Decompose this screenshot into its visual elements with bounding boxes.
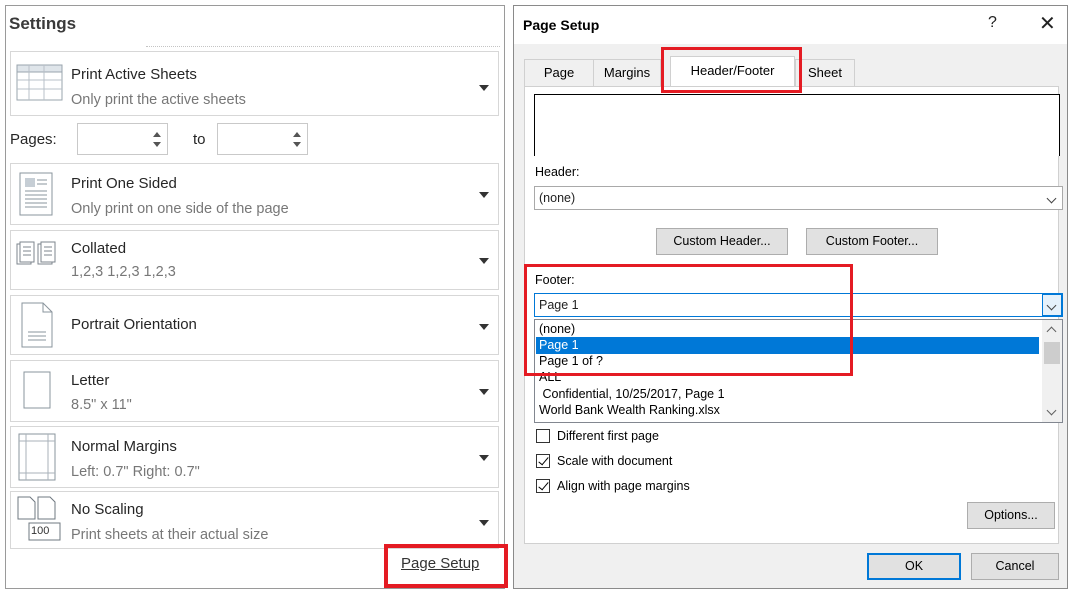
chevron-down-icon [479, 324, 489, 330]
help-button[interactable]: ? [988, 14, 997, 32]
pages-to-input[interactable] [217, 123, 308, 155]
orientation-dropdown[interactable]: Portrait Orientation [10, 295, 499, 355]
tab-margins[interactable]: Margins [593, 59, 661, 86]
collation-subtitle: 1,2,3 1,2,3 1,2,3 [71, 264, 176, 280]
print-what-title: Print Active Sheets [71, 66, 197, 83]
scroll-up-icon[interactable] [1046, 326, 1057, 337]
footer-option[interactable]: Confidential, 10/25/2017, Page 1 [536, 386, 1039, 403]
chevron-down-icon [479, 192, 489, 198]
spin-down-icon[interactable] [153, 142, 161, 147]
collation-dropdown[interactable]: Collated 1,2,3 1,2,3 1,2,3 [10, 230, 499, 290]
paper-size-dropdown[interactable]: Letter 8.5" x 11" [10, 360, 499, 422]
dialog-titlebar: Page Setup ? ✕ [514, 6, 1067, 44]
spin-down-icon[interactable] [293, 142, 301, 147]
custom-header-button[interactable]: Custom Header... [656, 228, 788, 255]
pages-from-input[interactable] [77, 123, 168, 155]
scaling-icon-text: 100 [31, 525, 50, 537]
footer-list-scrollbar[interactable] [1042, 320, 1062, 422]
one-sided-icon [19, 172, 53, 216]
tab-sheet[interactable]: Sheet [795, 59, 855, 86]
options-button[interactable]: Options... [967, 502, 1055, 529]
paper-subtitle: 8.5" x 11" [71, 397, 132, 413]
margins-icon [18, 433, 56, 481]
close-button[interactable]: ✕ [1039, 11, 1056, 36]
align-with-margins-label: Align with page margins [557, 479, 690, 493]
spin-up-icon[interactable] [153, 132, 161, 137]
different-first-page-label: Different first page [557, 429, 659, 443]
print-settings-panel: Settings Print Active Sheets Only print … [5, 5, 505, 589]
cancel-button[interactable]: Cancel [971, 553, 1059, 580]
ok-button[interactable]: OK [867, 553, 961, 580]
header-select[interactable]: (none) [534, 186, 1063, 210]
settings-title: Settings [9, 14, 77, 33]
pages-range: Pages: to [9, 123, 329, 157]
settings-separator [146, 46, 500, 47]
scale-with-document-label: Scale with document [557, 454, 673, 468]
scaling-dropdown[interactable]: 100 No Scaling Print sheets at their act… [10, 491, 499, 549]
portrait-page-icon [21, 302, 53, 348]
chevron-down-icon[interactable] [1042, 294, 1062, 316]
footer-option[interactable]: World Bank Wealth Ranking.xlsx [536, 402, 1039, 419]
chevron-down-icon [479, 520, 489, 526]
sides-dropdown[interactable]: Print One Sided Only print on one side o… [10, 163, 499, 225]
spin-up-icon[interactable] [293, 132, 301, 137]
chevron-down-icon [479, 85, 489, 91]
collation-title: Collated [71, 240, 127, 257]
orientation-title: Portrait Orientation [71, 316, 197, 333]
scroll-thumb[interactable] [1044, 342, 1060, 364]
margins-subtitle: Left: 0.7" Right: 0.7" [71, 464, 200, 480]
checkbox-box[interactable] [536, 479, 550, 493]
header-label: Header: [535, 165, 580, 179]
chevron-down-icon [479, 389, 489, 395]
margins-dropdown[interactable]: Normal Margins Left: 0.7" Right: 0.7" [10, 426, 499, 488]
highlight-header-footer-tab [661, 47, 802, 93]
scaling-subtitle: Print sheets at their actual size [71, 527, 269, 543]
custom-footer-button[interactable]: Custom Footer... [806, 228, 938, 255]
checkbox-box[interactable] [536, 454, 550, 468]
pages-to-label: to [193, 131, 206, 148]
chevron-down-icon [479, 258, 489, 264]
highlight-page-setup-link [384, 544, 508, 588]
highlight-footer-dropdown [524, 264, 853, 376]
pages-label: Pages: [10, 131, 57, 148]
sides-subtitle: Only print on one side of the page [71, 201, 289, 217]
header-preview [534, 94, 1060, 156]
header-select-value: (none) [539, 191, 576, 205]
checkbox-box[interactable] [536, 429, 550, 443]
tab-page[interactable]: Page [524, 59, 594, 86]
scroll-down-icon[interactable] [1046, 405, 1057, 416]
dialog-title: Page Setup [523, 17, 600, 33]
margins-title: Normal Margins [71, 438, 177, 455]
print-what-subtitle: Only print the active sheets [71, 92, 246, 108]
paper-title: Letter [71, 372, 110, 389]
paper-icon [23, 371, 51, 409]
active-sheets-icon [16, 64, 63, 101]
page-setup-dialog: Page Setup ? ✕ Page Margins Header/Foote… [513, 5, 1068, 589]
collated-icon [16, 241, 56, 265]
sides-title: Print One Sided [71, 175, 177, 192]
chevron-down-icon [479, 455, 489, 461]
print-what-dropdown[interactable]: Print Active Sheets Only print the activ… [10, 51, 499, 116]
no-scaling-icon [17, 496, 61, 541]
chevron-down-icon[interactable] [1043, 188, 1061, 208]
scaling-title: No Scaling [71, 501, 144, 518]
